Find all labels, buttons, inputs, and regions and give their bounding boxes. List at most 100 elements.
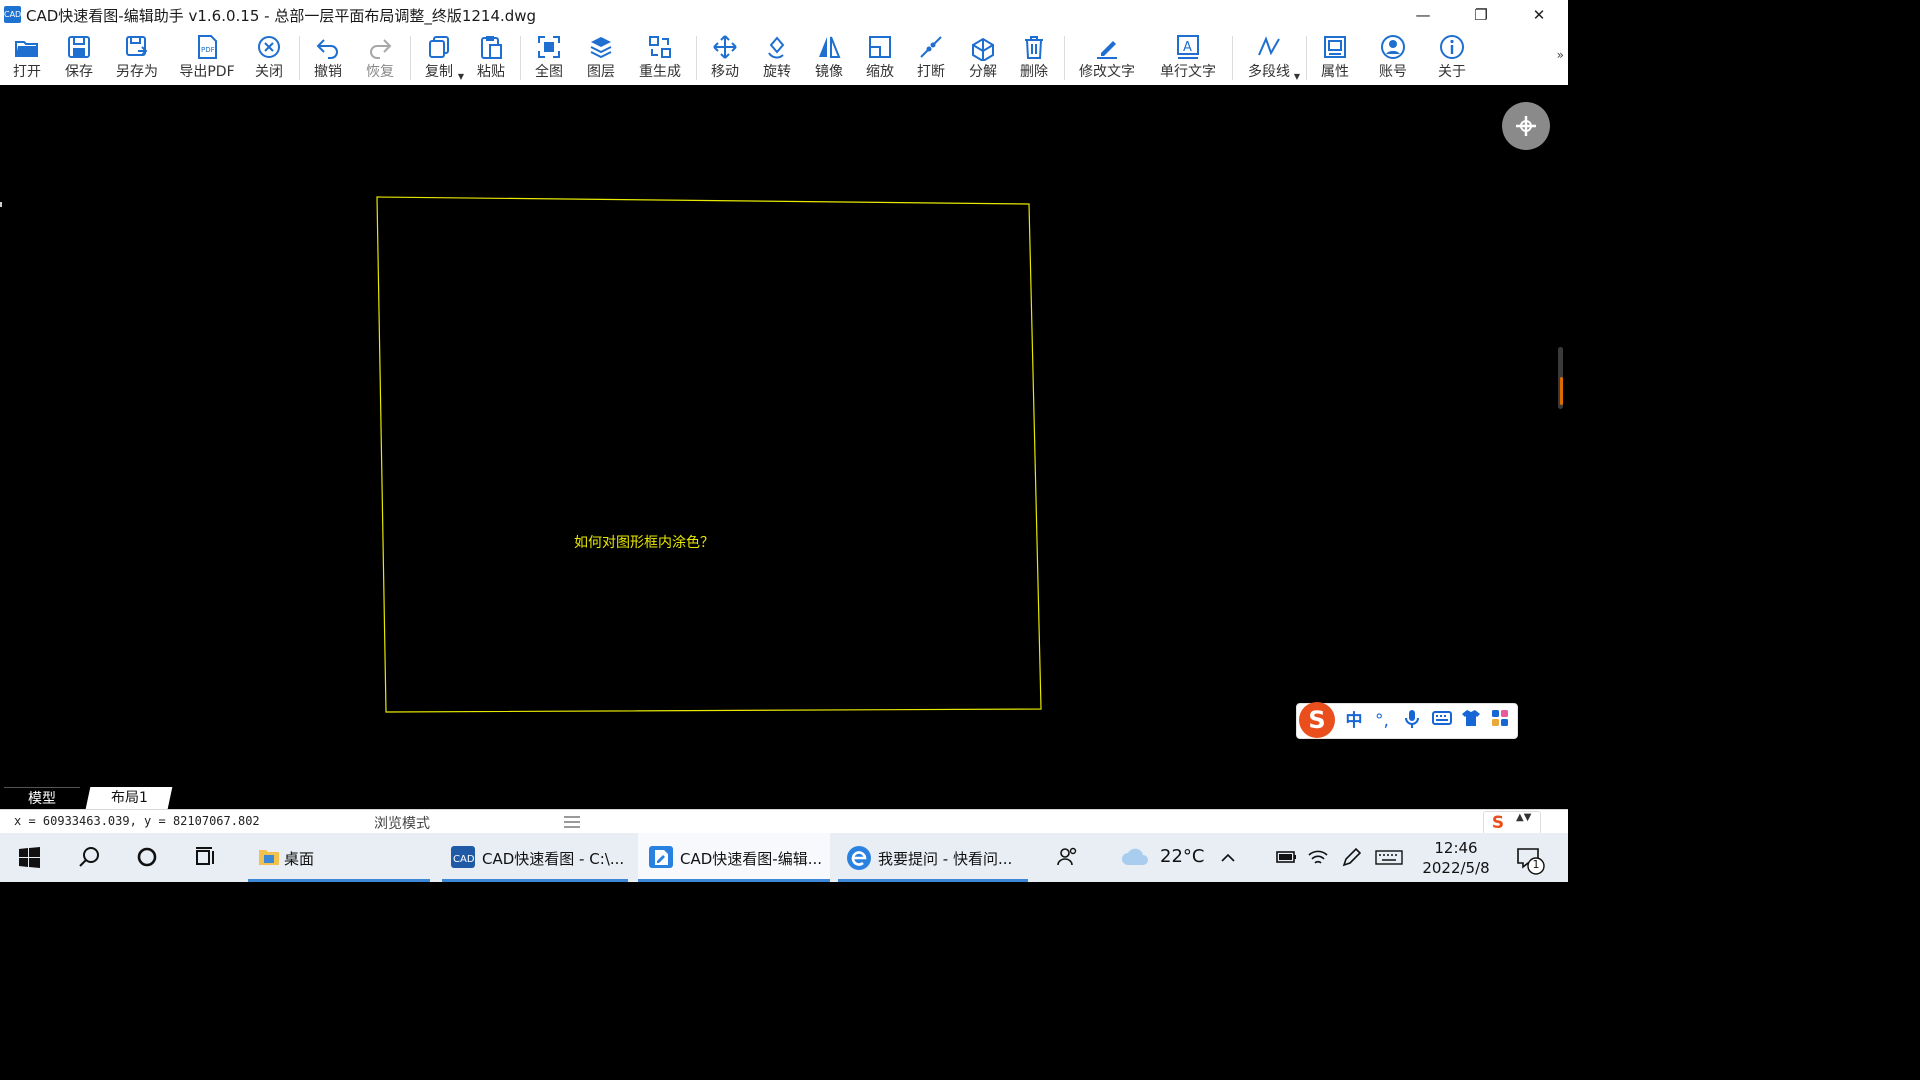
paste-button[interactable]: 粘贴 <box>468 30 514 85</box>
battery-button[interactable] <box>1272 833 1300 882</box>
delete-button[interactable]: 删除 <box>1011 30 1057 85</box>
people-icon <box>1057 847 1077 866</box>
pen-button[interactable] <box>1336 833 1364 882</box>
taskbar-app-indicator <box>442 879 628 882</box>
navigation-crosshair-button[interactable] <box>1502 102 1550 150</box>
taskbar-app-cad-viewer[interactable]: CAD CAD快速看图 - C:\... <box>442 833 628 882</box>
toolbar-label: 属性 <box>1321 64 1349 80</box>
people-button[interactable] <box>1050 833 1084 882</box>
battery-icon <box>1276 851 1296 863</box>
taskbar: 桌面 CAD CAD快速看图 - C:\... CAD快速看图-编辑... 我要… <box>0 833 1568 882</box>
explode-button[interactable]: 分解 <box>960 30 1006 85</box>
taskbar-app-indicator <box>838 879 1028 882</box>
toolbar-separator <box>1232 36 1233 80</box>
taskbar-app-label: 桌面 <box>284 850 315 868</box>
toolbar-label: 打断 <box>917 64 945 80</box>
close-window-button[interactable]: ✕ <box>1510 0 1568 30</box>
save-icon <box>68 36 90 58</box>
open-button[interactable]: 打开 <box>4 30 50 85</box>
close-button[interactable]: 关闭 <box>246 30 292 85</box>
cad-viewer-icon: CAD <box>451 846 475 868</box>
toolbox-icon[interactable] <box>1488 709 1512 733</box>
microphone-icon[interactable] <box>1401 709 1423 733</box>
tray-overflow-button[interactable] <box>1214 833 1242 882</box>
layers-button[interactable]: 图层 <box>578 30 624 85</box>
canvas-edge-marker <box>0 202 2 207</box>
svg-text:CAD: CAD <box>453 854 475 865</box>
undo-icon <box>316 39 338 59</box>
polyline-button[interactable]: 多段线 ▼ <box>1240 30 1300 85</box>
undo-button[interactable]: 撤销 <box>305 30 351 85</box>
redo-button[interactable]: 恢复 <box>357 30 403 85</box>
taskbar-app-browser[interactable]: 我要提问 - 快看问... <box>838 833 1028 882</box>
toolbar-label: 旋转 <box>763 64 791 80</box>
toolbar-label: 镜像 <box>815 64 843 80</box>
ime-punctuation-toggle[interactable]: °, <box>1371 709 1393 733</box>
taskbar-app-desktop[interactable]: 桌面 <box>248 833 430 882</box>
toolbar-label: 重生成 <box>639 64 681 80</box>
toolbar-label: 全图 <box>535 64 563 80</box>
full-view-icon <box>538 36 560 58</box>
minimize-button[interactable]: — <box>1394 0 1452 30</box>
regenerate-icon <box>649 36 671 58</box>
toolbar-label: 删除 <box>1020 64 1048 80</box>
save-as-icon <box>126 36 148 56</box>
cortana-circle-icon <box>137 847 157 867</box>
tab-model[interactable]: 模型 <box>4 787 80 810</box>
restore-button[interactable]: ❐ <box>1452 0 1510 30</box>
edit-text-button[interactable]: 修改文字 <box>1072 30 1142 85</box>
layers-icon <box>590 37 612 59</box>
scale-button[interactable]: 缩放 <box>857 30 903 85</box>
cortana-button[interactable] <box>126 833 168 882</box>
toolbar-separator <box>1306 36 1307 80</box>
break-button[interactable]: 打断 <box>908 30 954 85</box>
save-button[interactable]: 保存 <box>56 30 102 85</box>
regenerate-button[interactable]: 重生成 <box>632 30 688 85</box>
drawing-canvas[interactable]: 如何对图形框内涂色？ <box>0 85 1568 785</box>
properties-button[interactable]: 属性 <box>1312 30 1358 85</box>
task-view-icon <box>196 847 214 865</box>
notification-center-button[interactable]: 1 <box>1510 833 1550 882</box>
search-button[interactable] <box>68 833 110 882</box>
single-line-text-button[interactable]: A 单行文字 <box>1152 30 1224 85</box>
toolbar-label: 打开 <box>13 64 41 80</box>
account-icon <box>1381 35 1405 59</box>
taskbar-app-indicator <box>248 879 430 882</box>
properties-icon <box>1324 36 1346 58</box>
tab-layout1[interactable]: 布局1 <box>85 787 173 809</box>
about-button[interactable]: 关于 <box>1429 30 1475 85</box>
skin-icon[interactable] <box>1459 709 1483 733</box>
notification-icon <box>1517 848 1545 875</box>
copy-icon <box>429 36 449 58</box>
taskbar-clock[interactable]: 12:46 2022/5/8 <box>1420 838 1492 878</box>
account-button[interactable]: 账号 <box>1370 30 1416 85</box>
ime-status-indicator[interactable]: S ▲▼ <box>1483 811 1541 835</box>
close-circle-icon <box>258 36 280 58</box>
start-button[interactable] <box>8 833 50 882</box>
drawing-frame[interactable] <box>376 196 1042 713</box>
weather-widget[interactable]: 22°C <box>1118 833 1208 882</box>
toolbar-label: 撤销 <box>314 64 342 80</box>
taskbar-app-cad-editor[interactable]: CAD快速看图-编辑... <box>638 833 830 882</box>
copy-button[interactable]: 复制 ▼ <box>416 30 464 85</box>
windows-logo-icon <box>19 847 40 868</box>
toolbar-label: 关闭 <box>255 64 283 80</box>
rotate-button[interactable]: 旋转 <box>754 30 800 85</box>
sogou-logo-icon[interactable]: S <box>1299 702 1335 738</box>
touch-keyboard-button[interactable] <box>1372 833 1406 882</box>
wifi-button[interactable] <box>1304 833 1332 882</box>
keyboard-icon[interactable] <box>1430 709 1454 733</box>
task-view-button[interactable] <box>184 833 226 882</box>
app-icon: CAD <box>4 6 21 23</box>
mirror-button[interactable]: 镜像 <box>806 30 852 85</box>
folder-icon <box>259 850 279 865</box>
status-menu-icon[interactable] <box>561 812 583 832</box>
export-pdf-button[interactable]: PDF 导出PDF <box>174 30 240 85</box>
ime-mode-toggle[interactable]: 中 <box>1343 709 1365 733</box>
toolbar-overflow-button[interactable]: » <box>1557 48 1564 62</box>
save-as-button[interactable]: 另存为 <box>108 30 166 85</box>
full-view-button[interactable]: 全图 <box>526 30 572 85</box>
svg-text:PDF: PDF <box>201 46 215 54</box>
move-button[interactable]: 移动 <box>702 30 748 85</box>
drawing-text[interactable]: 如何对图形框内涂色？ <box>574 532 714 552</box>
